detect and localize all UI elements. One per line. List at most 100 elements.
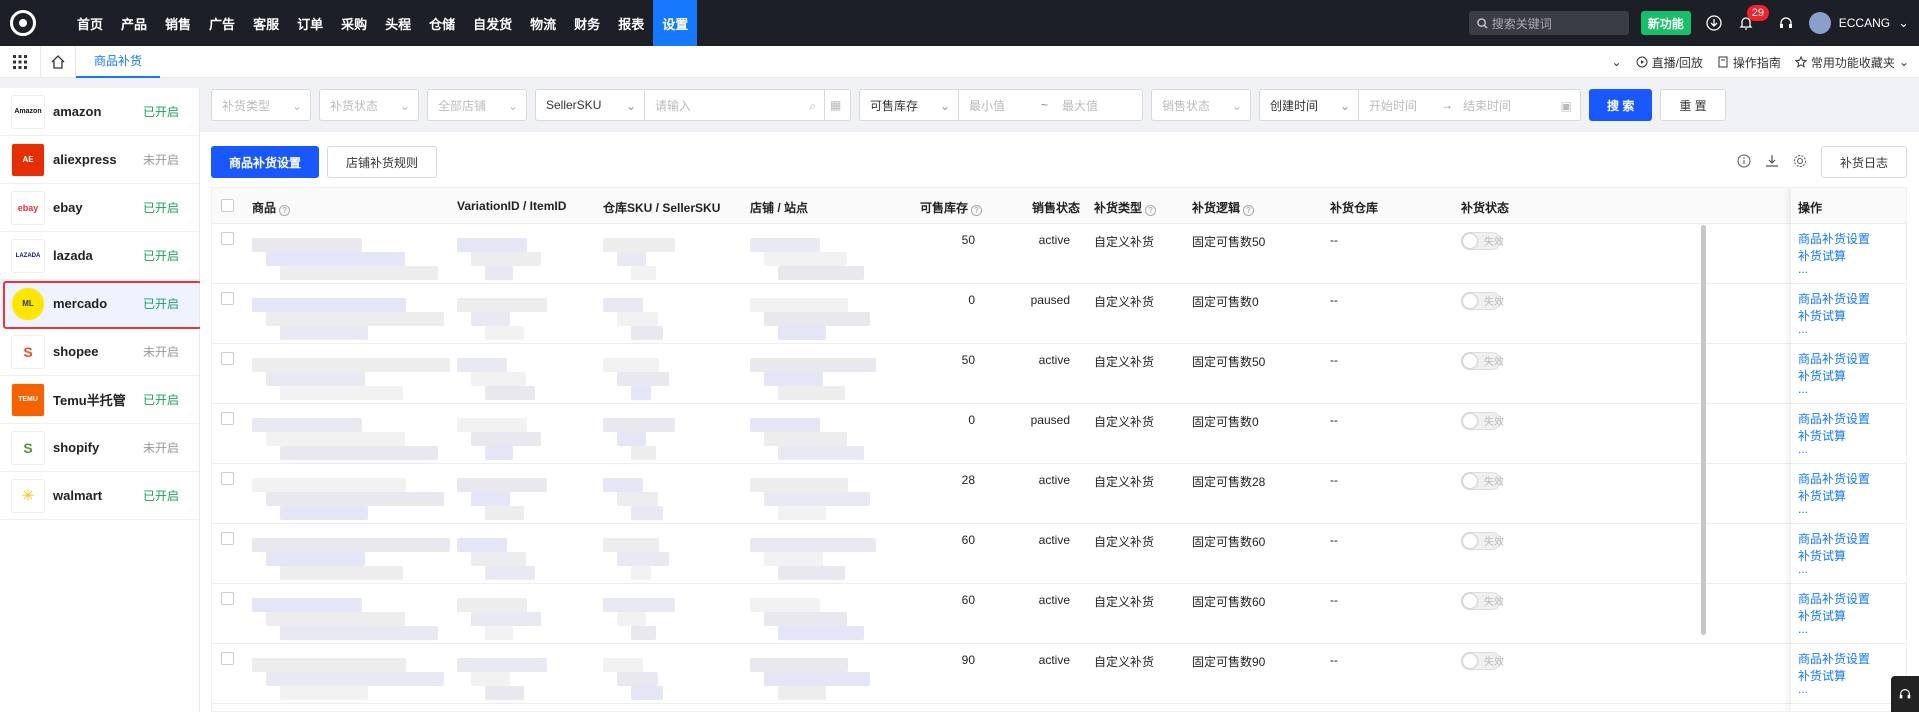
download-icon[interactable] [1765,154,1779,171]
row-checkbox[interactable] [221,292,234,305]
guide-link[interactable]: 操作指南 [1717,54,1781,71]
favorites-link[interactable]: 常用功能收藏夹 ⌄ [1794,54,1909,71]
table-scrollbar[interactable] [1701,225,1706,635]
op-more-link[interactable]: ... [1798,683,1901,695]
sidebar-item-shopify[interactable]: Sshopify 未开启 [0,424,199,472]
op-trial-link[interactable]: 补货试算 [1798,308,1901,325]
nav-item-5[interactable]: 订单 [288,0,332,46]
stock-cell: 60 [961,533,975,547]
row-checkbox[interactable] [221,472,234,485]
op-trial-link[interactable]: 补货试算 [1798,608,1901,625]
nav-item-2[interactable]: 销售 [156,0,200,46]
user-name[interactable]: ECCANG [1839,16,1890,30]
row-checkbox[interactable] [221,592,234,605]
stock-field-select[interactable]: 可售库存 ⌄ [859,89,959,121]
op-trial-link[interactable]: 补货试算 [1798,368,1901,385]
op-more-link[interactable]: ... [1798,263,1901,275]
store-replenish-rule-button[interactable]: 店铺补货规则 [327,146,438,178]
sale-status-select[interactable]: 销售状态 ⌄ [1151,89,1251,121]
sidebar-item-lazada[interactable]: LAZADA lazada 已开启 [0,232,199,280]
row-checkbox[interactable] [221,652,234,665]
gear-icon[interactable] [1793,154,1807,171]
reset-button[interactable]: 重 置 [1660,89,1726,121]
op-setting-link[interactable]: 商品补货设置 [1798,651,1901,668]
sidebar-item-walmart[interactable]: ✳ walmart 已开启 [0,472,199,520]
op-setting-link[interactable]: 商品补货设置 [1798,591,1901,608]
op-trial-link[interactable]: 补货试算 [1798,248,1901,265]
sidebar-item-shopee[interactable]: Sshopee 未开启 [0,328,199,376]
nav-item-0[interactable]: 首页 [68,0,112,46]
grid-menu-icon[interactable] [0,54,40,69]
op-more-link[interactable]: ... [1798,563,1901,575]
op-more-link[interactable]: ... [1798,503,1901,515]
row-checkbox[interactable] [221,412,234,425]
nav-item-3[interactable]: 广告 [200,0,244,46]
table-row: 0 paused 自定义补货 固定可售数0 -- 失效 [212,404,1906,464]
op-trial-link[interactable]: 补货试算 [1798,668,1901,685]
batch-input-icon[interactable]: ▦ [825,89,851,121]
time-field-select[interactable]: 创建时间 ⌄ [1259,89,1359,121]
info-icon[interactable] [1737,154,1751,171]
op-more-link[interactable]: ... [1798,383,1901,395]
row-checkbox[interactable] [221,232,234,245]
tab-product-replenish[interactable]: 商品补货 [76,46,161,78]
op-more-link[interactable]: ... [1798,623,1901,635]
product-replenish-setting-button[interactable]: 商品补货设置 [211,146,320,178]
nav-item-4[interactable]: 客服 [244,0,288,46]
chevron-down-icon[interactable]: ⌄ [1898,15,1909,31]
replenish-log-button[interactable]: 补货日志 [1820,146,1907,178]
op-more-link[interactable]: ... [1798,323,1901,335]
search-button[interactable]: 搜 索 [1589,89,1653,121]
op-setting-link[interactable]: 商品补货设置 [1798,471,1901,488]
blurred-content [485,266,513,280]
row-checkbox[interactable] [221,352,234,365]
nav-item-11[interactable]: 财务 [565,0,609,46]
op-trial-link[interactable]: 补货试算 [1798,548,1901,565]
store-select[interactable]: 全部店铺 ⌄ [427,89,527,121]
row-checkbox[interactable] [221,532,234,545]
sku-field-select[interactable]: SellerSKU ⌄ [535,89,645,121]
bell-icon[interactable]: 29 [1737,5,1769,32]
sidebar-item-amazon[interactable]: Amazon amazon 已开启 [0,88,199,136]
platform-name: shopify [53,440,100,455]
op-more-link[interactable]: ... [1798,443,1901,455]
sidebar-item-mercado[interactable]: ML mercado 已开启 [0,280,202,329]
date-range-input[interactable]: 开始时间 → 结束时间 ▣ [1359,89,1581,121]
avatar[interactable] [1808,12,1831,34]
replenish-status-select[interactable]: 补货状态 ⌄ [319,89,419,121]
replenish-type-select[interactable]: 补货类型 ⌄ [211,89,311,121]
eccang-logo[interactable] [0,0,46,46]
nav-item-6[interactable]: 采购 [332,0,376,46]
stock-range-input[interactable]: 最小值 ~ 最大值 [959,89,1143,121]
headset-icon[interactable] [1777,14,1795,32]
sidebar-item-temu[interactable]: TEMU Temu半托管 已开启 [0,376,199,424]
op-setting-link[interactable]: 商品补货设置 [1798,411,1901,428]
sidebar-item-aliexpress[interactable]: AE aliexpress 未开启 [0,136,199,184]
global-search-input[interactable]: 搜索关键词 [1468,11,1629,35]
op-setting-link[interactable]: 商品补货设置 [1798,531,1901,548]
nav-item-12[interactable]: 报表 [609,0,653,46]
tabs-dropdown-icon[interactable]: ⌄ [1612,55,1622,69]
nav-item-10[interactable]: 物流 [521,0,565,46]
nav-item-13[interactable]: 设置 [653,0,698,46]
op-trial-link[interactable]: 补货试算 [1798,428,1901,445]
download-icon[interactable] [1705,14,1723,32]
op-setting-link[interactable]: 商品补货设置 [1798,351,1901,368]
select-all-checkbox[interactable] [221,199,234,212]
nav-item-1[interactable]: 产品 [112,0,156,46]
platform-status: 已开启 [143,201,180,215]
live-replay-link[interactable]: 直播/回放 [1636,54,1703,71]
sidebar-item-ebay[interactable]: ebay ebay 已开启 [0,184,199,232]
sku-input[interactable]: 请输入 ⌕ [645,89,825,121]
op-setting-link[interactable]: 商品补货设置 [1798,231,1901,248]
op-setting-link[interactable]: 商品补货设置 [1798,291,1901,308]
nav-item-7[interactable]: 头程 [376,0,420,46]
nav-item-9[interactable]: 自发货 [464,0,521,46]
new-feature-button[interactable]: 新功能 [1640,11,1691,35]
support-chat-icon[interactable] [1891,676,1919,712]
home-icon[interactable] [40,45,76,78]
blurred-content [603,658,643,672]
op-trial-link[interactable]: 补货试算 [1798,488,1901,505]
nav-item-8[interactable]: 仓储 [420,0,464,46]
blurred-content [280,686,368,700]
